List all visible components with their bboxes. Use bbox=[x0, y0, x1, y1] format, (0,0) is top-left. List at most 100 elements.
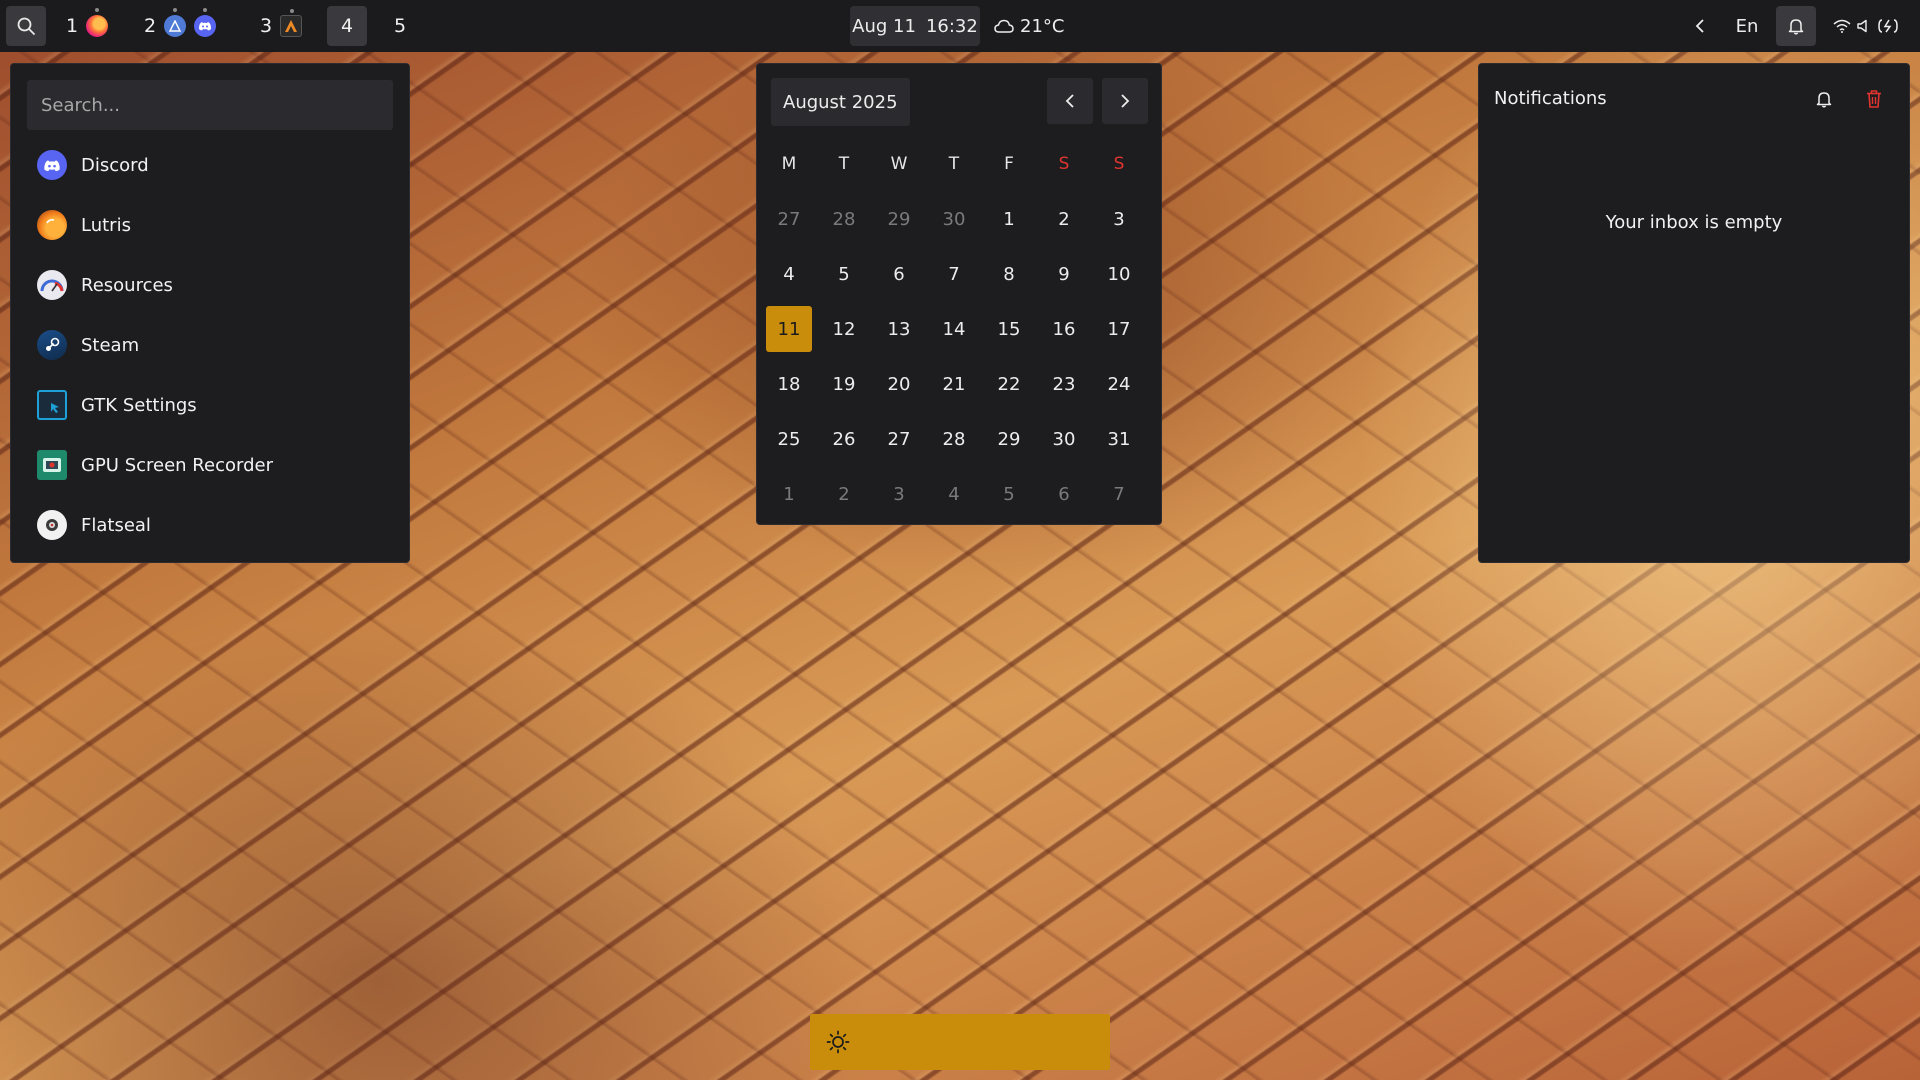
calendar-day[interactable]: 18 bbox=[766, 361, 812, 407]
workspace-2[interactable]: 2 bbox=[136, 6, 224, 46]
calendar-day[interactable]: 15 bbox=[986, 306, 1032, 352]
wifi-icon bbox=[1833, 19, 1851, 33]
time-label: 16:32 bbox=[925, 15, 978, 37]
notifications-button[interactable] bbox=[1776, 6, 1816, 46]
calendar-day[interactable]: 4 bbox=[931, 471, 977, 517]
calendar-day[interactable]: 25 bbox=[766, 416, 812, 462]
app-item-steam[interactable]: Steam bbox=[27, 322, 393, 368]
clock-button[interactable]: Aug 11 16:32 bbox=[850, 6, 980, 46]
discord-icon bbox=[37, 150, 67, 180]
workspace-1[interactable]: 1 bbox=[58, 6, 116, 46]
workspace-4[interactable]: 4 bbox=[327, 6, 367, 46]
calendar-day[interactable]: 17 bbox=[1096, 306, 1142, 352]
weekday-header: W bbox=[890, 154, 908, 174]
chevron-left-icon bbox=[1695, 19, 1704, 33]
app-item-lutris[interactable]: Lutris bbox=[27, 202, 393, 248]
calendar-day[interactable]: 24 bbox=[1096, 361, 1142, 407]
chevron-right-icon bbox=[1121, 94, 1130, 108]
lutris-icon bbox=[37, 210, 67, 240]
calendar-day[interactable]: 28 bbox=[821, 196, 867, 242]
calendar-day[interactable]: 31 bbox=[1096, 416, 1142, 462]
calendar-day[interactable]: 2 bbox=[821, 471, 867, 517]
app-item-gtk-settings[interactable]: GTK Settings bbox=[27, 382, 393, 428]
weather-widget[interactable]: 21°C bbox=[994, 6, 1064, 46]
app-launcher: Discord Lutris Resources Steam GTK Setti… bbox=[10, 63, 410, 563]
calendar-day[interactable]: 12 bbox=[821, 306, 867, 352]
calendar-day[interactable]: 30 bbox=[931, 196, 977, 242]
language-label: En bbox=[1735, 15, 1759, 37]
next-month-button[interactable] bbox=[1102, 78, 1148, 124]
battery-charging-icon bbox=[1878, 19, 1898, 33]
calendar-day[interactable]: 14 bbox=[931, 306, 977, 352]
app-label: Lutris bbox=[81, 214, 131, 236]
calendar-day[interactable]: 26 bbox=[821, 416, 867, 462]
calendar-day[interactable]: 7 bbox=[931, 251, 977, 297]
do-not-disturb-button[interactable] bbox=[1807, 82, 1841, 116]
calendar-day[interactable]: 30 bbox=[1041, 416, 1087, 462]
app-label: Flatseal bbox=[81, 514, 151, 536]
calendar-day[interactable]: 22 bbox=[986, 361, 1032, 407]
calendar-day[interactable]: 5 bbox=[986, 471, 1032, 517]
workspace-5[interactable]: 5 bbox=[386, 6, 414, 46]
language-indicator[interactable]: En bbox=[1730, 6, 1764, 46]
app-item-flatseal[interactable]: Flatseal bbox=[27, 502, 393, 548]
arch-icon bbox=[164, 8, 187, 37]
calendar-day[interactable]: 3 bbox=[1096, 196, 1142, 242]
trash-icon bbox=[1867, 90, 1881, 108]
empty-inbox-message: Your inbox is empty bbox=[1605, 212, 1783, 233]
weekday-header: S bbox=[1058, 154, 1070, 174]
calendar-day[interactable]: 3 bbox=[876, 471, 922, 517]
calendar-day[interactable]: 6 bbox=[876, 251, 922, 297]
clear-notifications-button[interactable] bbox=[1857, 82, 1891, 116]
calendar-day-today[interactable]: 11 bbox=[766, 306, 812, 352]
system-status-group[interactable] bbox=[1830, 6, 1902, 46]
workspace-number: 5 bbox=[394, 15, 407, 37]
calendar-day[interactable]: 1 bbox=[766, 471, 812, 517]
app-label: Resources bbox=[81, 274, 173, 296]
bell-icon bbox=[1788, 19, 1804, 35]
calendar-day[interactable]: 13 bbox=[876, 306, 922, 352]
flatseal-icon bbox=[37, 510, 67, 540]
calendar-day[interactable]: 6 bbox=[1041, 471, 1087, 517]
calendar-day[interactable]: 16 bbox=[1041, 306, 1087, 352]
app-item-gpu-screen-recorder[interactable]: GPU Screen Recorder bbox=[27, 442, 393, 488]
resources-icon bbox=[37, 270, 67, 300]
notifications-panel: Notifications Your inbox is empty bbox=[1478, 63, 1910, 563]
volume-icon bbox=[1857, 19, 1867, 33]
gtk-settings-icon bbox=[37, 390, 67, 420]
calendar-day[interactable]: 23 bbox=[1041, 361, 1087, 407]
calendar-day[interactable]: 21 bbox=[931, 361, 977, 407]
search-icon bbox=[17, 17, 35, 35]
calendar-day[interactable]: 19 bbox=[821, 361, 867, 407]
calendar-day[interactable]: 27 bbox=[766, 196, 812, 242]
tray-expand-button[interactable] bbox=[1688, 6, 1712, 46]
calendar-day[interactable]: 20 bbox=[876, 361, 922, 407]
calendar-day[interactable]: 29 bbox=[876, 196, 922, 242]
calendar-day[interactable]: 28 bbox=[931, 416, 977, 462]
workspace-number: 3 bbox=[260, 15, 273, 37]
search-input[interactable] bbox=[27, 80, 393, 130]
workspace-3[interactable]: 3 bbox=[252, 6, 310, 46]
calendar-day[interactable]: 29 bbox=[986, 416, 1032, 462]
calendar-day[interactable]: 8 bbox=[986, 251, 1032, 297]
calendar-day[interactable]: 4 bbox=[766, 251, 812, 297]
brightness-icon bbox=[826, 1030, 850, 1054]
date-label: Aug 11 bbox=[852, 15, 916, 37]
previous-month-button[interactable] bbox=[1047, 78, 1093, 124]
app-label: Steam bbox=[81, 334, 140, 356]
weekday-header: F bbox=[1004, 154, 1014, 174]
launcher-button[interactable] bbox=[6, 6, 46, 46]
calendar-month-button[interactable]: August 2025 bbox=[771, 78, 910, 126]
calendar-day[interactable]: 27 bbox=[876, 416, 922, 462]
workspace-number: 4 bbox=[340, 15, 354, 37]
calendar-day[interactable]: 7 bbox=[1096, 471, 1142, 517]
app-item-discord[interactable]: Discord bbox=[27, 142, 393, 188]
calendar-day[interactable]: 10 bbox=[1096, 251, 1142, 297]
calendar-day[interactable]: 5 bbox=[821, 251, 867, 297]
calendar-day[interactable]: 1 bbox=[986, 196, 1032, 242]
top-bar: 1 2 3 4 5 Aug 11 16:32 21°C En bbox=[0, 0, 1920, 52]
app-item-resources[interactable]: Resources bbox=[27, 262, 393, 308]
calendar-day[interactable]: 9 bbox=[1041, 251, 1087, 297]
discord-icon bbox=[194, 8, 217, 37]
calendar-day[interactable]: 2 bbox=[1041, 196, 1087, 242]
